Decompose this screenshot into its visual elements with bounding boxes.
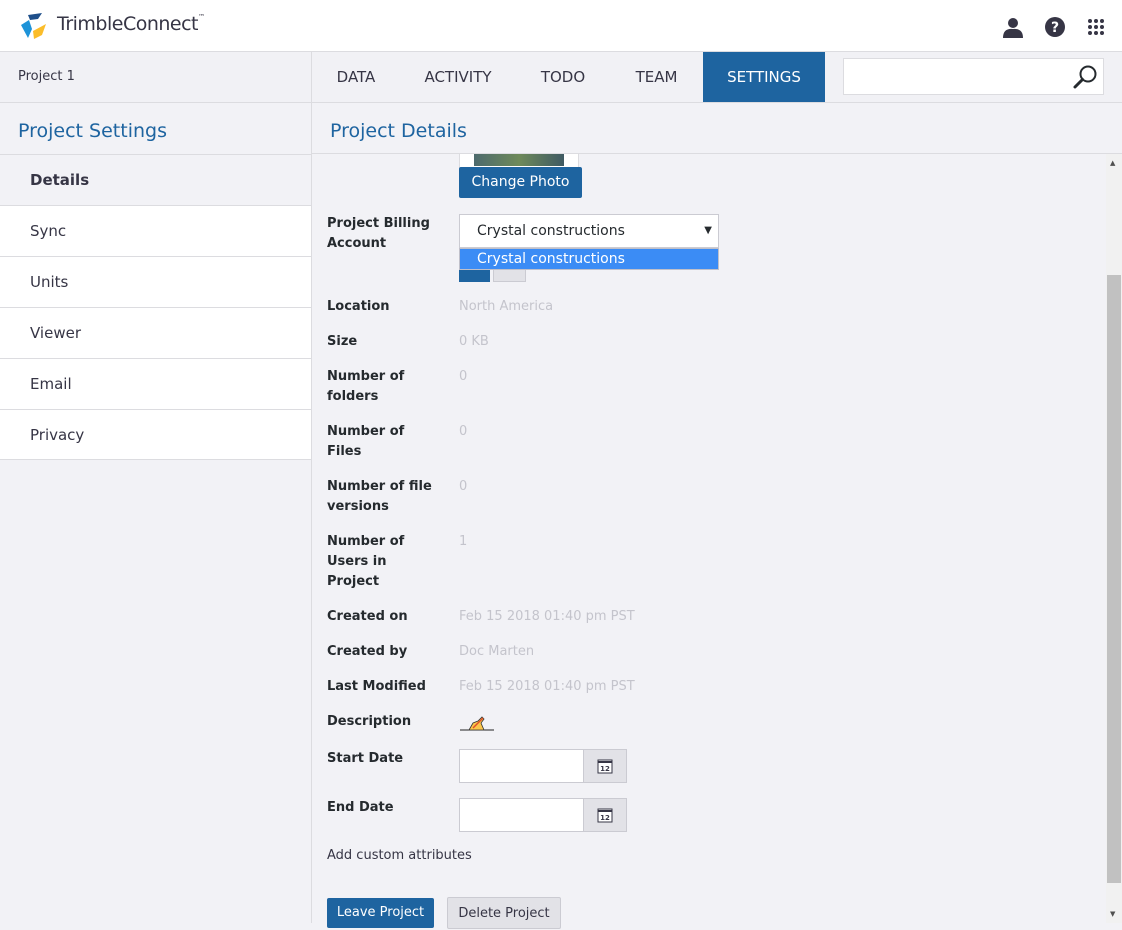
selected-value: Crystal constructions (477, 223, 625, 239)
apps-grid-icon[interactable] (1087, 18, 1105, 36)
scrollbar[interactable]: ▲ ▼ (1106, 154, 1122, 923)
field-label: Number of file versions (327, 479, 432, 514)
cancel-button[interactable] (493, 268, 526, 282)
sidebar-item-sync[interactable]: Sync (0, 205, 311, 256)
field-value: 0 KB (459, 334, 489, 349)
tab-todo[interactable]: TODO (516, 52, 610, 102)
tab-data[interactable]: DATA (312, 52, 400, 102)
field-value: Feb 15 2018 01:40 pm PST (459, 609, 635, 624)
calendar-icon: 12 (597, 759, 613, 774)
field-label: Location (327, 299, 390, 314)
search-input[interactable] (843, 58, 1104, 95)
field-value: 0 (459, 369, 468, 384)
field-value: 1 (459, 534, 468, 549)
change-photo-button[interactable]: Change Photo (459, 167, 582, 198)
edit-pencil-icon[interactable] (459, 714, 495, 732)
calendar-icon: 12 (597, 808, 613, 823)
field-value: Feb 15 2018 01:40 pm PST (459, 679, 635, 694)
field-label: Number of folders (327, 369, 405, 404)
leave-project-button[interactable]: Leave Project (327, 898, 434, 928)
end-date-input[interactable] (459, 798, 584, 832)
field-label: Number of Files (327, 424, 405, 459)
page-title: Project Details (330, 120, 467, 142)
field-label: Number of Users in Project (327, 534, 405, 589)
billing-account-label: Project Billing Account (327, 216, 430, 251)
scroll-up-icon[interactable]: ▲ (1110, 159, 1115, 167)
scrollbar-thumb[interactable] (1107, 275, 1121, 883)
sidebar-item-privacy[interactable]: Privacy (0, 409, 311, 460)
start-date-input[interactable] (459, 749, 584, 783)
project-name[interactable]: Project 1 (18, 69, 75, 84)
field-value: North America (459, 299, 554, 314)
tab-settings[interactable]: SETTINGS (703, 52, 825, 102)
delete-project-button[interactable]: Delete Project (447, 897, 561, 929)
end-date-label: End Date (327, 800, 394, 815)
field-value: 0 (459, 424, 468, 439)
search-icon[interactable] (1072, 64, 1098, 90)
project-photo (474, 154, 564, 166)
sidebar-item-details[interactable]: Details (0, 154, 311, 205)
sidebar-item-units[interactable]: Units (0, 256, 311, 307)
confirm-button[interactable] (459, 268, 490, 282)
start-date-label: Start Date (327, 751, 404, 766)
brand-name: TrimbleConnect™ (57, 13, 205, 35)
start-date-calendar-button[interactable]: 12 (584, 749, 627, 783)
svg-text:12: 12 (600, 765, 610, 773)
project-photo-frame (459, 154, 579, 168)
trimble-logo-icon (21, 13, 46, 39)
sidebar-item-email[interactable]: Email (0, 358, 311, 409)
divider (311, 52, 312, 923)
divider (312, 153, 1122, 154)
sidebar-title: Project Settings (18, 120, 167, 142)
description-label: Description (327, 714, 412, 729)
billing-account-select[interactable]: Crystal constructions ▼ (459, 214, 719, 248)
add-custom-attributes-link[interactable]: Add custom attributes (327, 848, 472, 863)
dropdown-option[interactable]: Crystal constructions (459, 248, 719, 270)
end-date-calendar-button[interactable]: 12 (584, 798, 627, 832)
user-icon[interactable] (1002, 16, 1024, 38)
scroll-down-icon[interactable]: ▼ (1110, 910, 1115, 918)
sidebar-item-viewer[interactable]: Viewer (0, 307, 311, 358)
field-label: Last Modified (327, 679, 426, 694)
field-label: Created on (327, 609, 408, 624)
field-label: Size (327, 334, 358, 349)
chevron-down-icon: ▼ (704, 225, 712, 236)
field-value: 0 (459, 479, 468, 494)
svg-text:?: ? (1051, 20, 1059, 36)
field-value: Doc Marten (459, 644, 535, 659)
app-header: TrimbleConnect™ ? (0, 0, 1122, 52)
svg-text:12: 12 (600, 814, 610, 822)
divider (0, 459, 311, 460)
help-icon[interactable]: ? (1045, 17, 1065, 37)
tab-team[interactable]: TEAM (610, 52, 703, 102)
tab-activity[interactable]: ACTIVITY (400, 52, 516, 102)
field-label: Created by (327, 644, 408, 659)
